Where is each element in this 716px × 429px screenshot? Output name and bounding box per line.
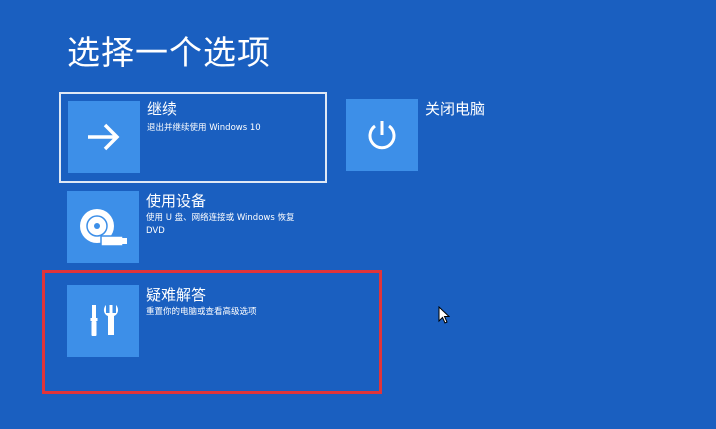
- power-icon: [368, 121, 396, 150]
- continue-title: 继续: [147, 100, 178, 118]
- disc-drive-icon: [80, 209, 127, 247]
- shutdown-tile[interactable]: [346, 99, 418, 171]
- mouse-cursor-icon: [438, 306, 450, 324]
- continue-option[interactable]: 继续 退出并继续使用 Windows 10: [59, 92, 327, 183]
- highlight-annotation-box: [42, 270, 382, 394]
- continue-tile[interactable]: [68, 101, 140, 173]
- use-device-option[interactable]: 使用设备 使用 U 盘、网络连接或 Windows 恢复 DVD: [67, 191, 317, 266]
- continue-description: 退出并继续使用 Windows 10: [147, 123, 261, 133]
- arrow-right-icon: [88, 123, 120, 151]
- use-device-title: 使用设备: [146, 192, 207, 210]
- page-title: 选择一个选项: [67, 33, 271, 72]
- shutdown-title: 关闭电脑: [425, 100, 486, 118]
- shutdown-option[interactable]: 关闭电脑: [346, 99, 516, 174]
- use-device-tile[interactable]: [67, 191, 139, 263]
- use-device-description: 使用 U 盘、网络连接或 Windows 恢复 DVD: [146, 213, 295, 236]
